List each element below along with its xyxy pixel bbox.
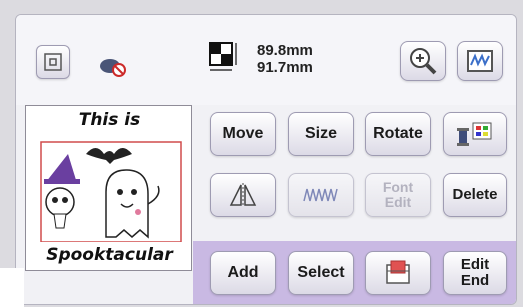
layout-icon <box>44 53 62 71</box>
thread-color-icon <box>457 122 492 146</box>
layout-button[interactable] <box>36 45 70 79</box>
density-button[interactable] <box>288 173 354 217</box>
image-edge-cover <box>0 268 24 307</box>
magnify-button[interactable] <box>400 41 446 81</box>
pattern-width: 89.8mm <box>257 42 313 59</box>
preview-button[interactable] <box>457 41 503 81</box>
pocket-memory-icon <box>386 260 410 284</box>
mirror-button[interactable] <box>210 173 276 217</box>
delete-button[interactable]: Delete <box>443 173 507 217</box>
pattern-size-icon <box>206 40 242 76</box>
ghost-witch-embroidery-image <box>40 141 182 242</box>
pattern-preview: This is Spooktacular <box>25 105 192 271</box>
thread-color-button[interactable] <box>443 112 507 156</box>
memory-button[interactable] <box>365 251 431 295</box>
pattern-size-readout: 89.8mm 91.7mm <box>257 42 313 76</box>
pattern-top-text: This is <box>78 110 141 130</box>
magnify-icon <box>410 48 437 75</box>
lcd-screen: 89.8mm 91.7mm This is Spooktacular Move … <box>15 14 517 305</box>
size-button[interactable]: Size <box>288 112 354 156</box>
pattern-height: 91.7mm <box>257 59 313 76</box>
thread-cancel-icon <box>98 55 132 79</box>
mirror-icon <box>229 183 257 207</box>
edit-end-button[interactable]: Edit End <box>443 251 507 295</box>
pattern-bottom-text: Spooktacular <box>46 245 173 265</box>
add-button[interactable]: Add <box>210 251 276 295</box>
move-button[interactable]: Move <box>210 112 276 156</box>
font-edit-button[interactable]: Font Edit <box>365 173 431 217</box>
select-button[interactable]: Select <box>288 251 354 295</box>
density-icon <box>303 188 338 202</box>
preview-icon <box>467 50 493 72</box>
rotate-button[interactable]: Rotate <box>365 112 431 156</box>
